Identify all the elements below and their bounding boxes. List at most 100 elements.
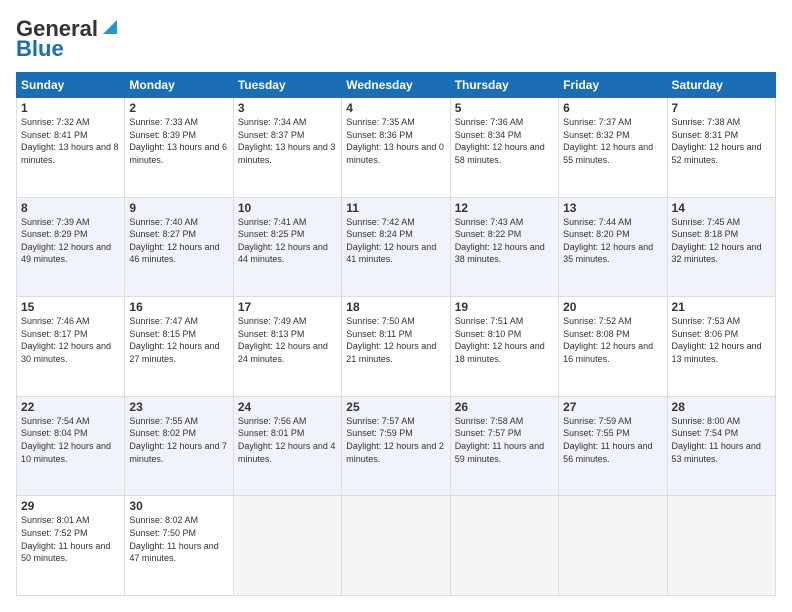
day-info: Sunrise: 7:49 AMSunset: 8:13 PMDaylight:… <box>238 316 328 364</box>
day-info: Sunrise: 7:46 AMSunset: 8:17 PMDaylight:… <box>21 316 111 364</box>
calendar-week-row: 8 Sunrise: 7:39 AMSunset: 8:29 PMDaylight… <box>17 197 776 297</box>
page: General Blue SundayMondayTuesdayWednesda… <box>0 0 792 612</box>
calendar-cell: 30 Sunrise: 8:02 AMSunset: 7:50 PMDayligh… <box>125 496 233 596</box>
day-number: 14 <box>672 201 771 215</box>
calendar-cell <box>667 496 775 596</box>
day-number: 28 <box>672 400 771 414</box>
calendar-cell: 29Sunrise: 8:01 AMSunset: 7:52 PMDayligh… <box>17 496 125 596</box>
calendar-cell: 21Sunrise: 7:53 AMSunset: 8:06 PMDayligh… <box>667 297 775 397</box>
day-info: Sunrise: 8:00 AMSunset: 7:54 PMDaylight:… <box>672 416 761 464</box>
day-number: 13 <box>563 201 662 215</box>
day-number: 24 <box>238 400 337 414</box>
calendar-cell: 4Sunrise: 7:35 AMSunset: 8:36 PMDaylight… <box>342 98 450 198</box>
calendar-cell: 20 Sunrise: 7:52 AMSunset: 8:08 PMDayligh… <box>559 297 667 397</box>
logo-icon <box>99 16 121 38</box>
calendar-week-row: 15 Sunrise: 7:46 AMSunset: 8:17 PMDayligh… <box>17 297 776 397</box>
day-info: Sunrise: 7:37 AMSunset: 8:32 PMDaylight:… <box>563 117 653 165</box>
day-info: Sunrise: 7:44 AMSunset: 8:20 PMDaylight:… <box>563 217 653 265</box>
calendar-cell <box>559 496 667 596</box>
calendar-cell: 5 Sunrise: 7:36 AMSunset: 8:34 PMDaylight… <box>450 98 558 198</box>
day-info: Sunrise: 8:02 AMSunset: 7:50 PMDaylight:… <box>129 515 218 563</box>
calendar-cell: 1 Sunrise: 7:32 AMSunset: 8:41 PMDaylight… <box>17 98 125 198</box>
calendar-cell <box>342 496 450 596</box>
day-info: Sunrise: 7:43 AMSunset: 8:22 PMDaylight:… <box>455 217 545 265</box>
calendar-cell: 19Sunrise: 7:51 AMSunset: 8:10 PMDayligh… <box>450 297 558 397</box>
weekday-header: Tuesday <box>233 73 341 98</box>
calendar-cell: 18 Sunrise: 7:50 AMSunset: 8:11 PMDayligh… <box>342 297 450 397</box>
day-number: 5 <box>455 101 554 115</box>
day-number: 21 <box>672 300 771 314</box>
day-info: Sunrise: 7:47 AMSunset: 8:15 PMDaylight:… <box>129 316 219 364</box>
day-info: Sunrise: 7:38 AMSunset: 8:31 PMDaylight:… <box>672 117 762 165</box>
day-number: 18 <box>346 300 445 314</box>
day-number: 30 <box>129 499 228 513</box>
weekday-header: Sunday <box>17 73 125 98</box>
calendar-cell: 17 Sunrise: 7:49 AMSunset: 8:13 PMDayligh… <box>233 297 341 397</box>
day-info: Sunrise: 7:41 AMSunset: 8:25 PMDaylight:… <box>238 217 328 265</box>
day-info: Sunrise: 7:58 AMSunset: 7:57 PMDaylight:… <box>455 416 544 464</box>
day-info: Sunrise: 7:39 AMSunset: 8:29 PMDaylight:… <box>21 217 111 265</box>
logo-blue: Blue <box>16 36 64 62</box>
calendar-cell: 12 Sunrise: 7:43 AMSunset: 8:22 PMDayligh… <box>450 197 558 297</box>
day-info: Sunrise: 7:32 AMSunset: 8:41 PMDaylight:… <box>21 117 119 165</box>
calendar-cell: 7Sunrise: 7:38 AMSunset: 8:31 PMDaylight… <box>667 98 775 198</box>
day-number: 23 <box>129 400 228 414</box>
calendar-header-row: SundayMondayTuesdayWednesdayThursdayFrid… <box>17 73 776 98</box>
header: General Blue <box>16 16 776 62</box>
day-number: 26 <box>455 400 554 414</box>
calendar-cell: 9 Sunrise: 7:40 AMSunset: 8:27 PMDaylight… <box>125 197 233 297</box>
day-info: Sunrise: 7:35 AMSunset: 8:36 PMDaylight:… <box>346 117 444 165</box>
calendar-week-row: 1 Sunrise: 7:32 AMSunset: 8:41 PMDaylight… <box>17 98 776 198</box>
day-info: Sunrise: 7:54 AMSunset: 8:04 PMDaylight:… <box>21 416 111 464</box>
day-info: Sunrise: 7:57 AMSunset: 7:59 PMDaylight:… <box>346 416 444 464</box>
day-number: 22 <box>21 400 120 414</box>
day-info: Sunrise: 7:55 AMSunset: 8:02 PMDaylight:… <box>129 416 227 464</box>
calendar-cell: 22 Sunrise: 7:54 AMSunset: 8:04 PMDayligh… <box>17 396 125 496</box>
day-number: 8 <box>21 201 120 215</box>
calendar-cell: 24 Sunrise: 7:56 AMSunset: 8:01 PMDayligh… <box>233 396 341 496</box>
day-number: 9 <box>129 201 228 215</box>
calendar-cell: 6Sunrise: 7:37 AMSunset: 8:32 PMDaylight… <box>559 98 667 198</box>
day-info: Sunrise: 7:40 AMSunset: 8:27 PMDaylight:… <box>129 217 219 265</box>
day-info: Sunrise: 7:59 AMSunset: 7:55 PMDaylight:… <box>563 416 652 464</box>
day-info: Sunrise: 7:45 AMSunset: 8:18 PMDaylight:… <box>672 217 762 265</box>
day-info: Sunrise: 7:50 AMSunset: 8:11 PMDaylight:… <box>346 316 436 364</box>
day-info: Sunrise: 7:42 AMSunset: 8:24 PMDaylight:… <box>346 217 436 265</box>
calendar-cell: 16 Sunrise: 7:47 AMSunset: 8:15 PMDayligh… <box>125 297 233 397</box>
day-number: 10 <box>238 201 337 215</box>
weekday-header: Thursday <box>450 73 558 98</box>
calendar-week-row: 22 Sunrise: 7:54 AMSunset: 8:04 PMDayligh… <box>17 396 776 496</box>
calendar-cell: 13 Sunrise: 7:44 AMSunset: 8:20 PMDayligh… <box>559 197 667 297</box>
calendar-cell <box>450 496 558 596</box>
day-info: Sunrise: 7:34 AMSunset: 8:37 PMDaylight:… <box>238 117 336 165</box>
day-info: Sunrise: 8:01 AMSunset: 7:52 PMDaylight:… <box>21 515 110 563</box>
calendar-cell: 11Sunrise: 7:42 AMSunset: 8:24 PMDayligh… <box>342 197 450 297</box>
calendar-body: 1 Sunrise: 7:32 AMSunset: 8:41 PMDaylight… <box>17 98 776 596</box>
calendar-cell: 14 Sunrise: 7:45 AMSunset: 8:18 PMDayligh… <box>667 197 775 297</box>
day-number: 27 <box>563 400 662 414</box>
weekday-header: Wednesday <box>342 73 450 98</box>
day-info: Sunrise: 7:52 AMSunset: 8:08 PMDaylight:… <box>563 316 653 364</box>
day-number: 17 <box>238 300 337 314</box>
calendar-cell: 26 Sunrise: 7:58 AMSunset: 7:57 PMDayligh… <box>450 396 558 496</box>
day-number: 1 <box>21 101 120 115</box>
calendar-table: SundayMondayTuesdayWednesdayThursdayFrid… <box>16 72 776 596</box>
calendar-week-row: 29Sunrise: 8:01 AMSunset: 7:52 PMDayligh… <box>17 496 776 596</box>
day-number: 15 <box>21 300 120 314</box>
day-number: 16 <box>129 300 228 314</box>
day-number: 2 <box>129 101 228 115</box>
calendar-cell: 28 Sunrise: 8:00 AMSunset: 7:54 PMDayligh… <box>667 396 775 496</box>
calendar-cell: 25 Sunrise: 7:57 AMSunset: 7:59 PMDayligh… <box>342 396 450 496</box>
calendar-cell: 15 Sunrise: 7:46 AMSunset: 8:17 PMDayligh… <box>17 297 125 397</box>
weekday-header: Monday <box>125 73 233 98</box>
day-number: 12 <box>455 201 554 215</box>
weekday-header: Friday <box>559 73 667 98</box>
day-info: Sunrise: 7:36 AMSunset: 8:34 PMDaylight:… <box>455 117 545 165</box>
calendar-cell: 3Sunrise: 7:34 AMSunset: 8:37 PMDaylight… <box>233 98 341 198</box>
day-info: Sunrise: 7:33 AMSunset: 8:39 PMDaylight:… <box>129 117 227 165</box>
day-number: 25 <box>346 400 445 414</box>
day-number: 20 <box>563 300 662 314</box>
day-number: 19 <box>455 300 554 314</box>
logo: General Blue <box>16 16 121 62</box>
day-info: Sunrise: 7:56 AMSunset: 8:01 PMDaylight:… <box>238 416 336 464</box>
